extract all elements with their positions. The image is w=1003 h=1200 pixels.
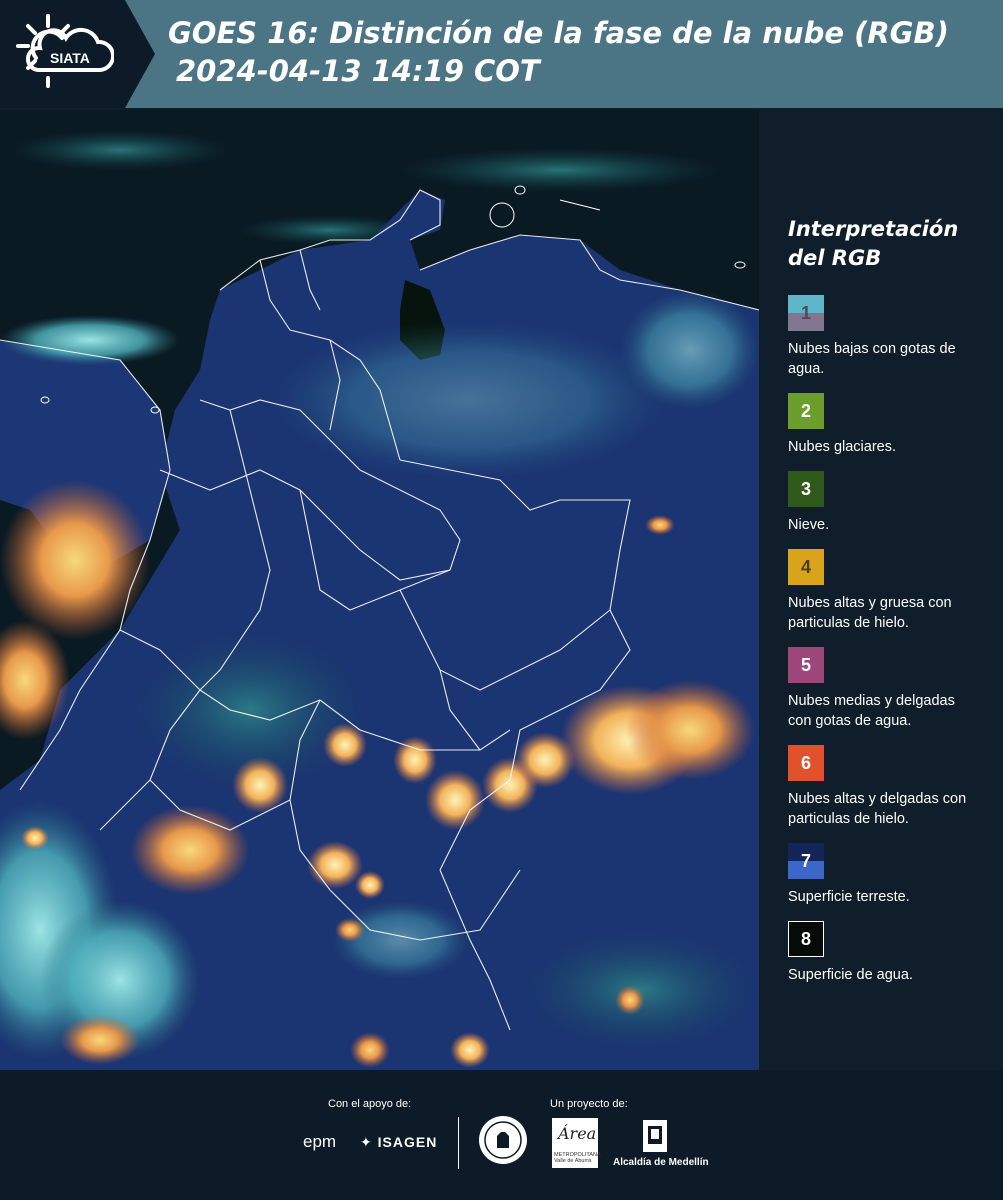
legend-label-5: Nubes medias y delgadas con gotas de agu…	[788, 693, 955, 729]
project-label: Un proyecto de:	[550, 1098, 628, 1110]
alcaldia-medellin-logo: Alcaldía de Medellín	[613, 1157, 709, 1168]
legend-label-2: Nubes glaciares.	[788, 439, 896, 455]
legend-title-line-2: del RGB	[788, 246, 882, 270]
medellin-shield-icon	[643, 1120, 667, 1152]
logo-arrow	[125, 0, 155, 108]
legend-label-3: Nieve.	[788, 517, 830, 533]
satellite-rgb-image	[0, 110, 759, 1070]
svg-text:SIATA: SIATA	[50, 50, 90, 66]
area-metropolitana-logo: Área METROPOLITANA Valle de Aburrá	[552, 1118, 601, 1168]
legend-swatch-6: 6	[788, 745, 824, 781]
satellite-map	[0, 110, 759, 1070]
legend-label-7: Superficie terreste.	[788, 889, 910, 905]
legend-swatch-7: 7	[788, 843, 824, 879]
footer: Con el apoyo de: Un proyecto de: epm ✦ I…	[0, 1070, 1003, 1200]
legend-swatch-3: 3	[788, 471, 824, 507]
isagen-logo: ✦ ISAGEN	[360, 1134, 437, 1151]
page-title: GOES 16: Distinción de la fase de la nub…	[168, 14, 949, 90]
university-seal-icon	[479, 1116, 527, 1164]
siata-logo: SIATA	[0, 0, 125, 108]
legend-item-7: 7 Superficie terreste.	[788, 843, 988, 907]
legend-title-line-1: Interpretación	[788, 217, 959, 241]
legend-label-6: Nubes altas y delgadas con particulas de…	[788, 791, 967, 827]
support-label: Con el apoyo de:	[328, 1098, 412, 1110]
area-logo-subtext: METROPOLITANA Valle de Aburrá	[554, 1152, 601, 1164]
legend-label-1: Nubes bajas con gotas de agua.	[788, 341, 956, 377]
area-logo-text: Área	[558, 1124, 597, 1143]
rgb-legend: Interpretación del RGB 1 Nubes bajas con…	[788, 215, 988, 999]
footer-divider	[458, 1117, 459, 1169]
isagen-text: ISAGEN	[377, 1134, 438, 1150]
legend-item-5: 5 Nubes medias y delgadas con gotas de a…	[788, 647, 988, 731]
legend-item-1: 1 Nubes bajas con gotas de agua.	[788, 295, 988, 379]
legend-swatch-5: 5	[788, 647, 824, 683]
legend-label-4: Nubes altas y gruesa con particulas de h…	[788, 595, 952, 631]
title-line-1: GOES 16: Distinción de la fase de la nub…	[168, 16, 949, 50]
legend-swatch-2: 2	[788, 393, 824, 429]
sun-cloud-icon: SIATA	[16, 14, 114, 88]
legend-item-4: 4 Nubes altas y gruesa con particulas de…	[788, 549, 988, 633]
legend-title: Interpretación del RGB	[788, 215, 988, 273]
legend-swatch-1: 1	[788, 295, 824, 331]
legend-label-8: Superficie de agua.	[788, 967, 913, 983]
epm-logo: epm	[303, 1132, 337, 1151]
legend-item-3: 3 Nieve.	[788, 471, 988, 535]
legend-swatch-8: 8	[788, 921, 824, 957]
title-timestamp: 2024-04-13 14:19 COT	[176, 54, 540, 88]
legend-item-6: 6 Nubes altas y delgadas con particulas …	[788, 745, 988, 829]
legend-item-8: 8 Superficie de agua.	[788, 921, 988, 985]
legend-item-2: 2 Nubes glaciares.	[788, 393, 988, 457]
isagen-star-icon: ✦	[360, 1134, 373, 1150]
header-bar: SIATA GOES 16: Distinción de la fase de …	[0, 0, 1003, 108]
legend-swatch-4: 4	[788, 549, 824, 585]
